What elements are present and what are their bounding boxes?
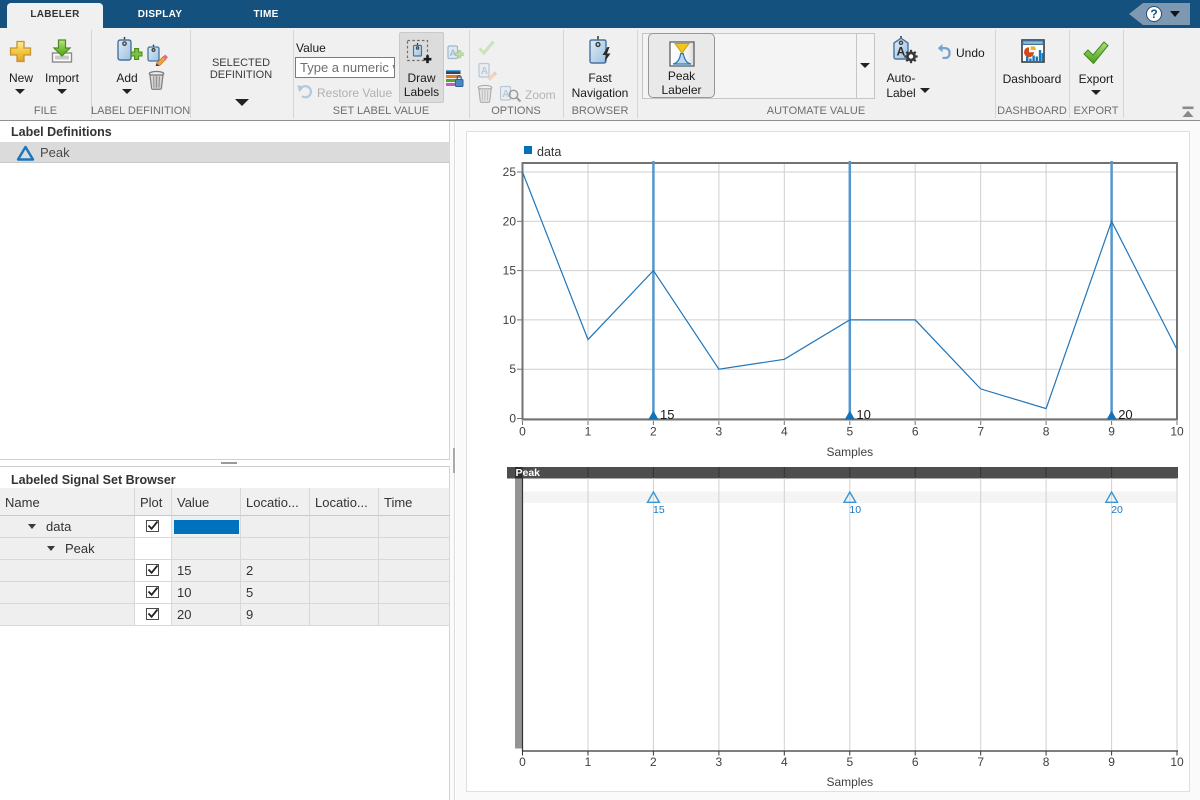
svg-text:10: 10 (1170, 425, 1184, 439)
svg-text:6: 6 (912, 425, 919, 439)
svg-text:10: 10 (503, 313, 517, 327)
svg-text:Samples: Samples (826, 775, 873, 789)
svg-text:Samples: Samples (826, 445, 873, 459)
svg-text:3: 3 (716, 755, 723, 769)
svg-text:7: 7 (977, 425, 984, 439)
svg-text:8: 8 (1043, 425, 1050, 439)
svg-text:1: 1 (585, 425, 592, 439)
svg-text:5: 5 (509, 362, 516, 376)
svg-text:9: 9 (1108, 425, 1115, 439)
svg-text:A: A (897, 45, 906, 59)
svg-text:2: 2 (650, 755, 657, 769)
svg-text:9: 9 (1108, 755, 1115, 769)
svg-text:4: 4 (781, 755, 788, 769)
svg-text:5: 5 (846, 425, 853, 439)
svg-text:6: 6 (912, 755, 919, 769)
svg-text:20: 20 (1118, 407, 1132, 422)
svg-text:15: 15 (660, 407, 674, 422)
svg-text:0: 0 (519, 755, 526, 769)
svg-text:25: 25 (503, 165, 517, 179)
svg-text:8: 8 (1043, 755, 1050, 769)
svg-text:5: 5 (846, 755, 853, 769)
svg-text:7: 7 (977, 755, 984, 769)
svg-text:0: 0 (509, 412, 516, 426)
svg-text:A: A (502, 89, 509, 100)
svg-text:15: 15 (653, 504, 665, 516)
svg-text:A: A (481, 66, 488, 77)
svg-text:data: data (537, 145, 561, 159)
svg-text:20: 20 (1111, 504, 1123, 516)
svg-text:1: 1 (585, 755, 592, 769)
svg-text:Peak: Peak (516, 467, 541, 479)
svg-text:2: 2 (650, 425, 657, 439)
svg-text:0: 0 (519, 425, 526, 439)
svg-text:10: 10 (849, 504, 861, 516)
svg-text:10: 10 (1170, 755, 1184, 769)
svg-text:4: 4 (781, 425, 788, 439)
svg-text:15: 15 (503, 264, 517, 278)
svg-text:20: 20 (503, 214, 517, 228)
svg-text:10: 10 (856, 407, 870, 422)
svg-text:3: 3 (716, 425, 723, 439)
